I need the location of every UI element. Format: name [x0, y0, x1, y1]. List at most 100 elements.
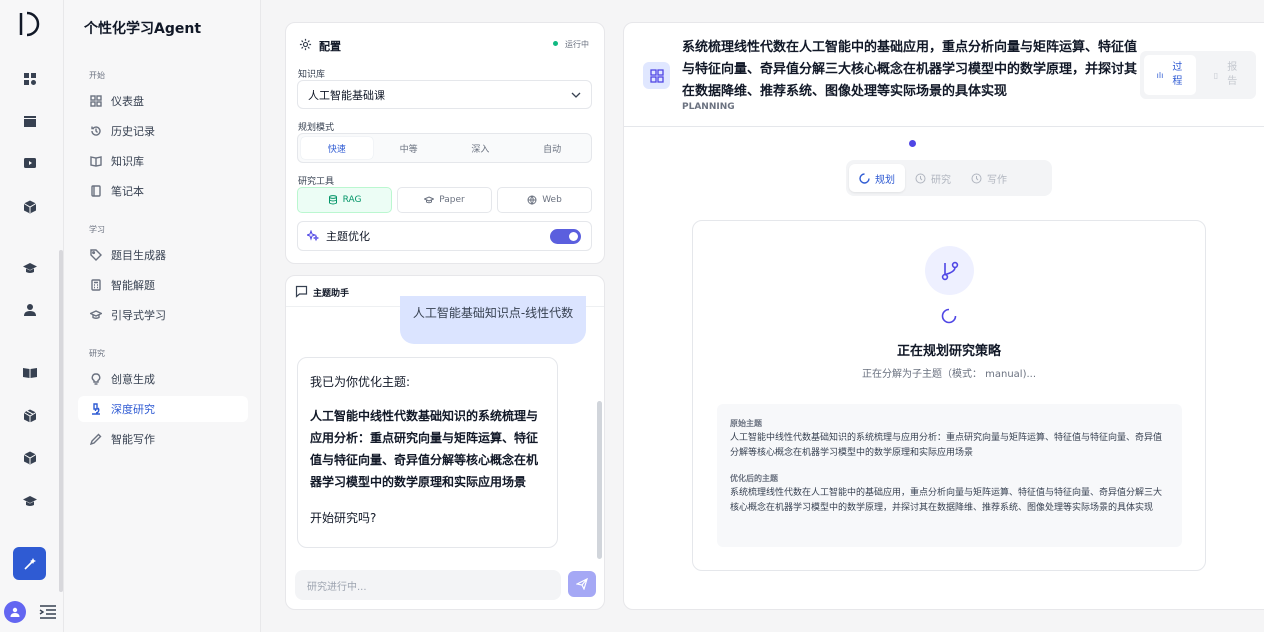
chat-icon: [295, 285, 308, 298]
sidebar-item-label: 引导式学习: [111, 309, 166, 322]
collapse-sidebar-icon[interactable]: [39, 604, 57, 620]
sidebar-item-label: 创意生成: [111, 373, 155, 386]
git-branch-icon: [941, 261, 958, 280]
topic-optimize-label: 主题优化: [326, 230, 370, 243]
send-icon: [576, 578, 588, 590]
scrollbar[interactable]: [59, 250, 63, 592]
original-topic-label: 原始主题: [730, 419, 762, 428]
sidebar-item-history[interactable]: 历史记录: [78, 118, 248, 144]
sidebar-section-label: 学习: [89, 225, 105, 234]
kb-select[interactable]: 人工智能基础课: [297, 80, 592, 109]
step-planning[interactable]: 规划: [849, 164, 905, 192]
magic-wand-button[interactable]: [13, 547, 46, 580]
stage-label: PLANNING: [682, 102, 735, 112]
graduation-cap-icon: [90, 310, 102, 319]
config-panel: 配置 运行中 知识库 人工智能基础课 规划模式 快速 中等 深入 自动 研究工具…: [285, 22, 605, 264]
mode-option-deep[interactable]: 深入: [445, 137, 517, 159]
app-title: 个性化学习Agent: [84, 21, 202, 37]
chat-input-placeholder: 研究进行中...: [307, 581, 367, 593]
step-label: 规划: [875, 174, 895, 186]
planning-icon-circle: [925, 246, 974, 295]
magic-wand-icon: [23, 557, 36, 570]
file-icon: ▯: [1213, 70, 1219, 80]
sidebar-item-label: 仪表盘: [111, 95, 144, 108]
mode-segmented-control: 快速 中等 深入 自动: [297, 133, 592, 163]
grid-icon: [90, 95, 102, 107]
tool-web-button[interactable]: Web: [497, 187, 592, 213]
dashboard-icon[interactable]: [18, 67, 42, 91]
mode-option-fast[interactable]: 快速: [301, 137, 373, 159]
assistant-question: 开始研究吗?: [310, 511, 377, 525]
sidebar-item-dashboard[interactable]: 仪表盘: [78, 88, 248, 114]
sidebar-item-knowledge-base[interactable]: 知识库: [78, 148, 248, 174]
sidebar-item-guided-learning[interactable]: 引导式学习: [78, 302, 248, 328]
step-research[interactable]: 研究: [905, 164, 961, 192]
kb-select-value: 人工智能基础课: [308, 88, 385, 102]
step-writing[interactable]: 写作: [961, 164, 1017, 192]
user-icon[interactable]: [18, 298, 42, 322]
play-icon[interactable]: [18, 151, 42, 175]
database-icon: [328, 195, 337, 205]
assistant-intro: 我已为你优化主题:: [310, 375, 411, 389]
sidebar-item-idea-generation[interactable]: 创意生成: [78, 366, 248, 392]
view-toggle: ılı 过程 ▯ 报告: [1140, 51, 1256, 99]
spinner-icon: [859, 172, 870, 184]
tab-report[interactable]: ▯ 报告: [1200, 55, 1252, 95]
icon-rail: [0, 0, 64, 632]
sidebar-item-smart-writing[interactable]: 智能写作: [78, 426, 248, 452]
topic-optimize-toggle[interactable]: [550, 229, 581, 244]
mode-option-medium[interactable]: 中等: [373, 137, 445, 159]
optimized-topic-label: 优化后的主题: [730, 474, 778, 483]
sidebar-item-notebook[interactable]: 笔记本: [78, 178, 248, 204]
avatar[interactable]: [4, 601, 26, 623]
step-tabs: 规划 研究 写作: [846, 160, 1052, 196]
status-badge: 运行中: [565, 40, 589, 49]
sidebar-item-deep-research[interactable]: 深度研究: [78, 396, 248, 422]
calculator-icon: [91, 279, 101, 291]
book-icon: [90, 156, 102, 167]
chevron-down-icon: [571, 92, 581, 98]
gear-icon: [299, 38, 312, 51]
mode-option-auto[interactable]: 自动: [516, 137, 588, 159]
book-open-icon[interactable]: [18, 361, 42, 385]
sidebar-item-label: 智能写作: [111, 433, 155, 446]
pen-icon: [90, 433, 102, 445]
dashboard-icon: [649, 68, 664, 83]
user-message: 人工智能基础知识点-线性代数: [400, 296, 586, 344]
graduation-cap-icon: [424, 196, 435, 204]
tool-rag-button[interactable]: RAG: [297, 187, 392, 213]
cube-icon[interactable]: [18, 195, 42, 219]
mode-label: 规划模式: [298, 123, 335, 133]
cube-icon[interactable]: [18, 446, 42, 470]
clapper-icon[interactable]: [18, 109, 42, 133]
sidebar-item-label: 深度研究: [111, 403, 155, 416]
notebook-icon: [91, 185, 101, 197]
microscope-icon: [92, 403, 100, 415]
graduation-cap-icon[interactable]: [18, 256, 42, 280]
clock-icon: [915, 173, 926, 183]
chat-title: 主题助手: [313, 289, 350, 299]
package-icon[interactable]: [18, 404, 42, 428]
kb-label: 知识库: [298, 70, 326, 80]
bar-chart-icon: ılı: [1156, 70, 1164, 80]
tag-icon: [90, 249, 102, 261]
scrollbar[interactable]: [597, 401, 602, 559]
sidebar-item-smart-solve[interactable]: 智能解题: [78, 272, 248, 298]
topic-assistant-panel: 主题助手 人工智能基础知识点-线性代数 我已为你优化主题: 人工智能中线性代数基…: [285, 275, 605, 610]
lightbulb-icon: [91, 373, 101, 385]
topic-comparison: 原始主题 人工智能中线性代数基础知识的系统梳理与应用分析：重点研究向量与矩阵运算…: [717, 404, 1182, 547]
chat-input[interactable]: 研究进行中...: [295, 570, 561, 600]
sidebar-item-question-generator[interactable]: 题目生成器: [78, 242, 248, 268]
globe-icon: [527, 195, 537, 205]
sparkles-icon: [307, 230, 319, 242]
config-title: 配置: [319, 40, 341, 53]
graduation-cap-icon[interactable]: [18, 489, 42, 513]
tab-process[interactable]: ılı 过程: [1144, 55, 1196, 95]
sidebar-section-label: 研究: [89, 349, 105, 358]
send-button[interactable]: [568, 571, 596, 597]
step-label: 研究: [931, 174, 951, 186]
status-dot: [553, 41, 558, 46]
tool-label: Web: [542, 195, 562, 205]
tool-label: Paper: [439, 195, 465, 205]
tool-paper-button[interactable]: Paper: [397, 187, 492, 213]
